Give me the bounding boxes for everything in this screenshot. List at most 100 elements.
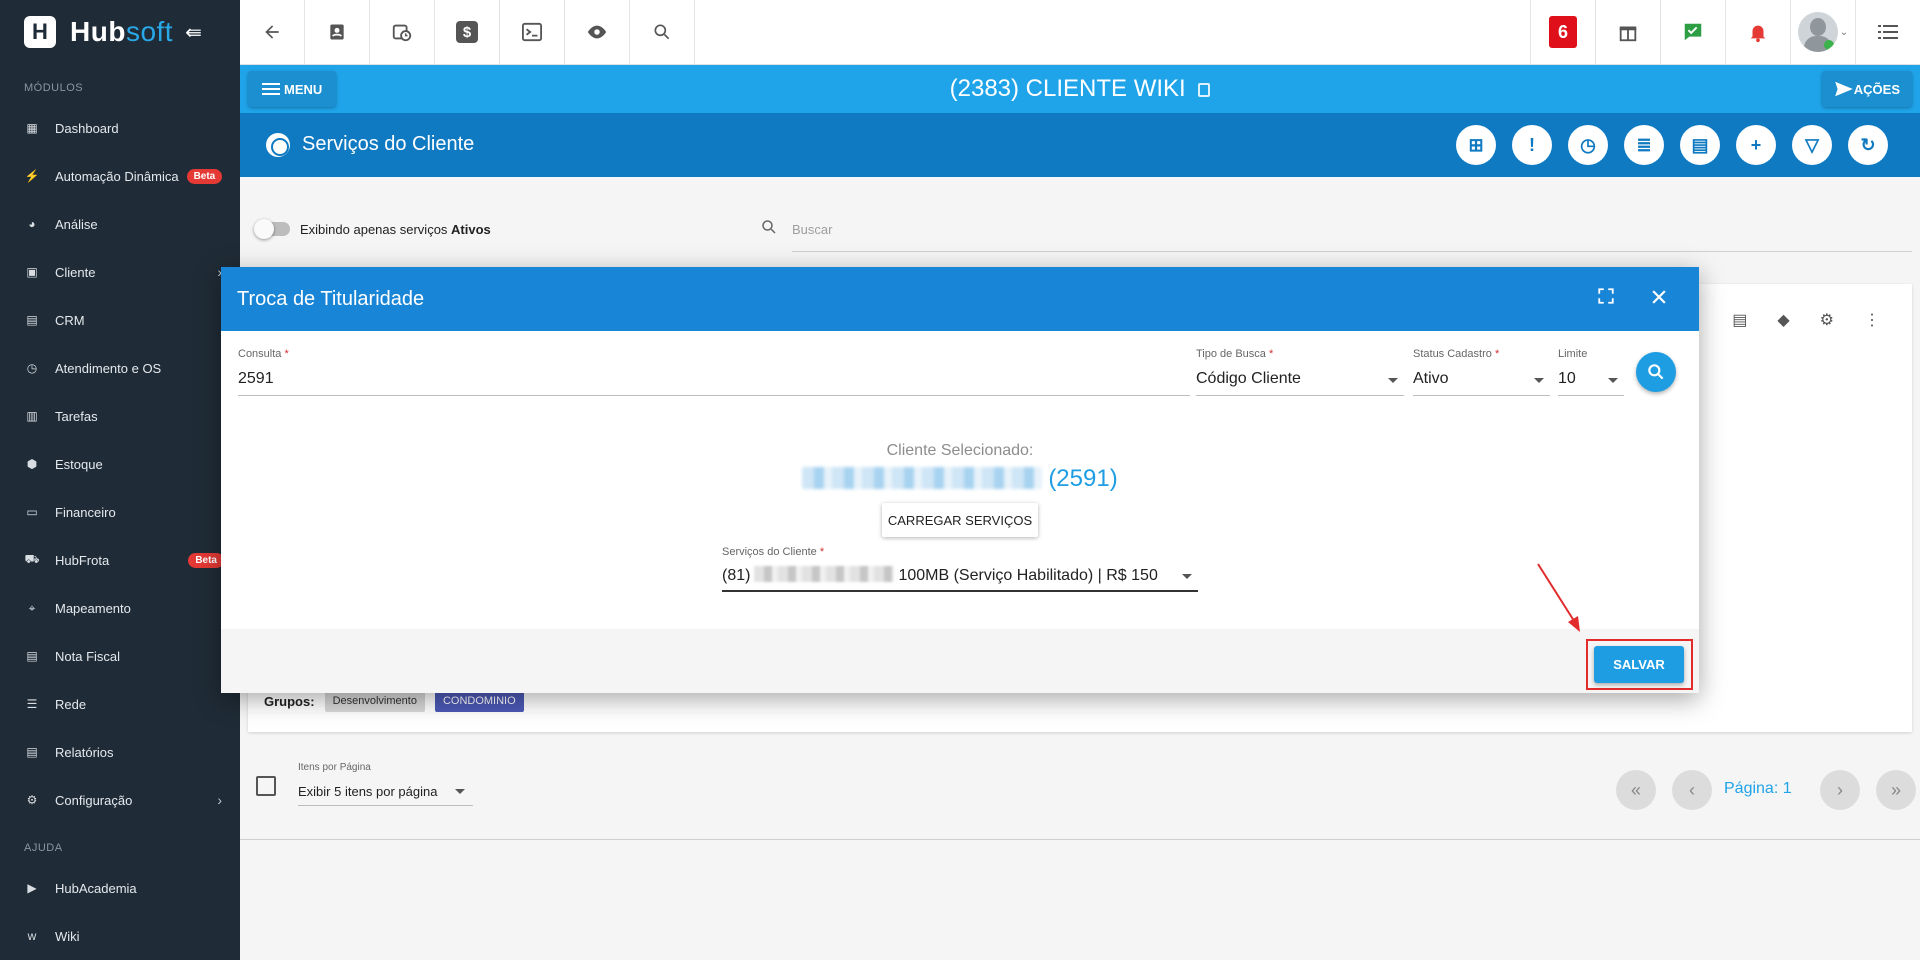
tag-icon[interactable]: ◆ bbox=[1777, 310, 1789, 330]
fullscreen-button[interactable] bbox=[1597, 287, 1615, 310]
filter-button[interactable]: ▽ bbox=[1792, 125, 1832, 165]
redacted-address bbox=[754, 566, 895, 582]
ownership-transfer-modal: Troca de Titularidade Consulta * 2591 Ti… bbox=[221, 267, 1699, 693]
groups-label: Grupos: bbox=[264, 693, 315, 709]
save-button[interactable]: SALVAR bbox=[1594, 646, 1684, 683]
terminal-button[interactable] bbox=[500, 0, 565, 64]
sidebar-item-dashboard[interactable]: ▦ Dashboard bbox=[0, 104, 240, 152]
sidebar-item-cliente[interactable]: ▣ Cliente › bbox=[0, 248, 240, 296]
sidebar-item-label: Nota Fiscal bbox=[55, 648, 121, 664]
redacted-name bbox=[802, 467, 1043, 489]
user-menu-button[interactable]: ⌄ bbox=[1790, 0, 1855, 64]
select-all-checkbox[interactable] bbox=[256, 776, 276, 796]
sidebar-item-hubacademia[interactable]: ▶ HubAcademia bbox=[0, 864, 240, 912]
alerts-button[interactable] bbox=[1725, 0, 1790, 64]
sidebar-item-configura-o[interactable]: ⚙ Configuração › bbox=[0, 776, 240, 824]
sidebar-item-nota-fiscal[interactable]: ▤ Nota Fiscal bbox=[0, 632, 240, 680]
close-modal-button[interactable] bbox=[1649, 287, 1669, 312]
sidebar-item-crm[interactable]: ▤ CRM bbox=[0, 296, 240, 344]
search-icon bbox=[1648, 364, 1664, 380]
limit-select[interactable]: 10 bbox=[1558, 362, 1624, 396]
sidebar-item-mapeamento[interactable]: ⌖ Mapeamento bbox=[0, 584, 240, 632]
document-icon: ▤ bbox=[1691, 134, 1709, 155]
back-button[interactable] bbox=[240, 0, 305, 64]
list-action-button[interactable]: ≣ bbox=[1624, 125, 1664, 165]
beta-badge: Beta bbox=[186, 168, 223, 184]
sidebar-item-estoque[interactable]: ⬢ Estoque bbox=[0, 440, 240, 488]
sidebar-item-tarefas[interactable]: ▥ Tarefas bbox=[0, 392, 240, 440]
approved-button[interactable] bbox=[1660, 0, 1725, 64]
chevron-left-icon: ‹ bbox=[1689, 779, 1695, 800]
refresh-icon: ↻ bbox=[1860, 134, 1876, 155]
sidebar-item-label: CRM bbox=[55, 312, 85, 328]
next-page-button[interactable]: › bbox=[1820, 770, 1860, 810]
contact-card-icon bbox=[330, 24, 344, 40]
sidebar-item-label: Mapeamento bbox=[55, 600, 131, 616]
first-page-button[interactable]: « bbox=[1616, 770, 1656, 810]
client-services-select[interactable]: (81) 100MB (Serviço Habilitado) | R$ 150 bbox=[722, 558, 1198, 592]
chevron-right-icon: › bbox=[1837, 779, 1843, 800]
check-chat-icon bbox=[1684, 23, 1702, 41]
section-help: AJUDA bbox=[24, 842, 63, 854]
brand-logo[interactable]: H Hubsoft ⇚ bbox=[0, 0, 240, 64]
more-vertical-icon[interactable]: ⋮ bbox=[1864, 310, 1880, 330]
sidebar-item-an-lise[interactable]: ◕ Análise bbox=[0, 200, 240, 248]
schedule-action-button[interactable]: ◷ bbox=[1568, 125, 1608, 165]
filter-row: Exibindo apenas serviços Ativos Buscar bbox=[240, 210, 1920, 252]
limit-label: Limite bbox=[1558, 348, 1588, 360]
notifications-count-button[interactable]: 6 bbox=[1530, 0, 1595, 64]
finance-button[interactable]: $ bbox=[435, 0, 500, 64]
contacts-button[interactable] bbox=[305, 0, 370, 64]
arrow-left-icon bbox=[265, 25, 279, 39]
sidebar-item-automa-o-din-mica[interactable]: ⚡ Automação Dinâmica Beta bbox=[0, 152, 240, 200]
search-clients-button[interactable] bbox=[1636, 352, 1676, 392]
gear-icon[interactable]: ⚙ bbox=[1820, 310, 1834, 330]
globe-icon bbox=[266, 133, 290, 157]
selected-client-label: Cliente Selecionado: bbox=[886, 442, 1034, 459]
view-button[interactable] bbox=[565, 0, 630, 64]
sidebar-item-label: Estoque bbox=[55, 456, 103, 472]
refresh-button[interactable]: ↻ bbox=[1848, 125, 1888, 165]
collapse-sidebar-icon[interactable]: ⇚ bbox=[185, 20, 202, 45]
calendar-clock-icon: ◷ bbox=[26, 361, 38, 375]
car-icon: ⛟ bbox=[24, 552, 40, 566]
active-only-toggle[interactable] bbox=[254, 219, 290, 239]
services-search-input[interactable]: Buscar bbox=[792, 222, 1912, 252]
sidebar-item-wiki[interactable]: w Wiki bbox=[0, 912, 240, 960]
prev-page-button[interactable]: ‹ bbox=[1672, 770, 1712, 810]
actions-button[interactable]: AÇÕES bbox=[1821, 71, 1912, 107]
schedule-button[interactable] bbox=[370, 0, 435, 64]
last-page-button[interactable]: » bbox=[1876, 770, 1916, 810]
alert-chat-button[interactable]: ! bbox=[1512, 125, 1552, 165]
dropdown-arrow-icon bbox=[455, 789, 465, 794]
list-box-icon: ≣ bbox=[1636, 134, 1652, 155]
video-icon: ▶ bbox=[27, 881, 37, 895]
sidebar-item-relat-rios[interactable]: ▤ Relatórios bbox=[0, 728, 240, 776]
sidebar-item-hubfrota[interactable]: ⛟ HubFrota Beta bbox=[0, 536, 240, 584]
search-button[interactable] bbox=[630, 0, 695, 64]
sidebar-item-financeiro[interactable]: ▭ Financeiro bbox=[0, 488, 240, 536]
gift-action-button[interactable]: ⊞ bbox=[1456, 125, 1496, 165]
status-select[interactable]: Ativo bbox=[1413, 362, 1550, 396]
sidebar-item-rede[interactable]: ☰ Rede bbox=[0, 680, 240, 728]
list-icon bbox=[1878, 25, 1898, 39]
top-toolbar: $ 6 ⌄ bbox=[240, 0, 1920, 65]
search-type-select[interactable]: Código Cliente bbox=[1196, 362, 1404, 396]
eye-icon bbox=[587, 25, 607, 39]
load-services-button[interactable]: CARREGAR SERVIÇOS bbox=[882, 503, 1038, 537]
client-icon: ▣ bbox=[26, 265, 38, 279]
alert-chat-icon: ! bbox=[1529, 134, 1535, 155]
document-action-button[interactable]: ▤ bbox=[1680, 125, 1720, 165]
sidebar-item-atendimento-e-os[interactable]: ◷ Atendimento e OS bbox=[0, 344, 240, 392]
consulta-input[interactable]: 2591 bbox=[238, 362, 1190, 396]
wiki-icon: w bbox=[27, 929, 37, 943]
copy-icon[interactable] bbox=[1198, 83, 1211, 97]
fullscreen-icon bbox=[1598, 288, 1614, 304]
beta-badge: Beta bbox=[188, 552, 224, 568]
report-icon: ▤ bbox=[26, 745, 38, 759]
gift-button[interactable] bbox=[1595, 0, 1660, 64]
options-list-button[interactable] bbox=[1855, 0, 1920, 64]
items-per-page-select[interactable]: Exibir 5 itens por página bbox=[298, 776, 473, 806]
add-service-button[interactable]: + bbox=[1736, 125, 1776, 165]
notes-icon[interactable]: ▤ bbox=[1732, 310, 1747, 330]
